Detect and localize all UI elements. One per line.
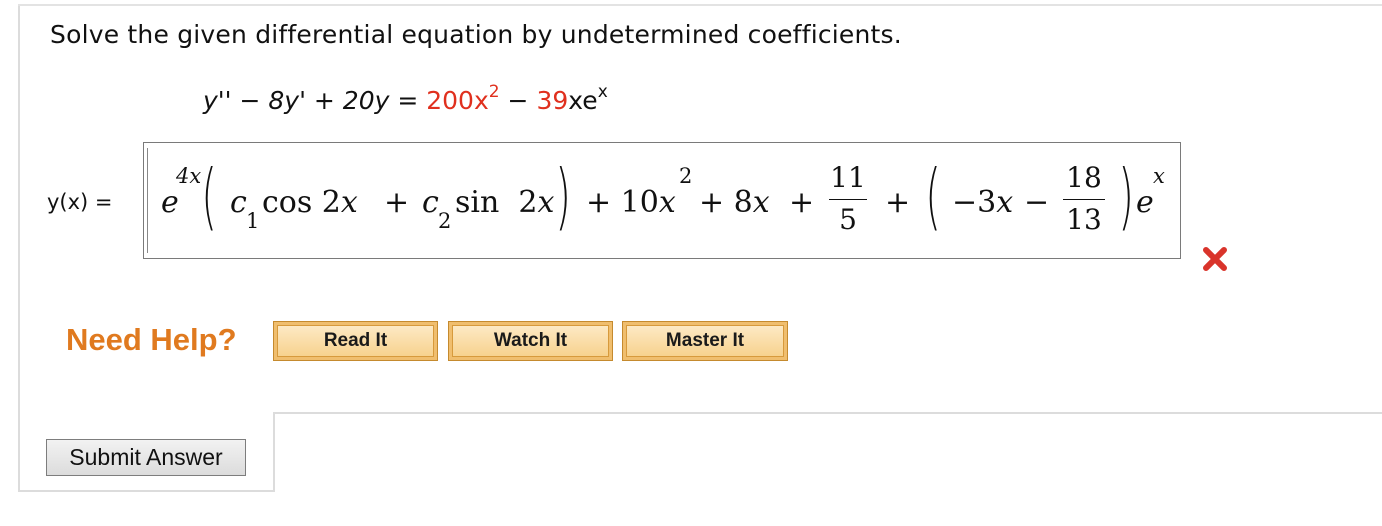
given-equation: y'' − 8y' + 20y = 200x2 − 39xex (203, 82, 608, 115)
fraction-2-numerator: 18 (1066, 161, 1102, 194)
panel-top-border (18, 4, 1382, 6)
equation-rhs-coef-1: 200 (426, 86, 474, 115)
math-8x-var: x (752, 185, 770, 220)
equation-lhs: y'' − 8y' + 20y = (203, 86, 419, 115)
equation-rhs-minus: − (507, 86, 529, 115)
math-e: e (161, 185, 179, 220)
fraction-1-bar (829, 199, 867, 200)
master-it-button[interactable]: Master It (622, 321, 788, 361)
math-minus: − (1024, 185, 1050, 220)
right-paren: ) (555, 154, 571, 238)
panel-divider (273, 412, 1382, 414)
equation-rhs-coef-2: 39 (536, 86, 569, 115)
panel-left-border (18, 6, 20, 492)
equation-rhs-exp-1: 2 (488, 82, 500, 102)
cursor-bar (147, 148, 148, 253)
master-it-label: Master It (626, 325, 784, 357)
panel-bottom-border (18, 490, 274, 492)
math-8x: + 8 (699, 185, 753, 220)
answer-input[interactable]: e 4x ( c 1 cos 2x + c 2 sin 2x ) + 10x 2… (143, 142, 1181, 259)
math-cos-x: x (340, 185, 358, 220)
math-plus: + (384, 185, 410, 220)
math-sin: sin 2 (455, 185, 538, 220)
equation-rhs-exp-2: x (597, 82, 608, 102)
fraction-1-numerator: 11 (830, 161, 866, 194)
fraction-2-denominator: 13 (1066, 203, 1102, 236)
need-help-label: Need Help? (66, 322, 237, 357)
math-e-exponent: 4x (176, 164, 202, 188)
math-neg3x: −3 (952, 185, 997, 220)
math-c1-sub: 1 (246, 209, 260, 233)
math-plus: + (789, 185, 815, 220)
answer-label: y(x) = (47, 190, 113, 214)
equation-rhs-var-1: x (473, 86, 489, 115)
math-neg3x-var: x (996, 185, 1014, 220)
math-c2-sub: 2 (438, 209, 452, 233)
math-c2: c (422, 185, 439, 220)
math-c1: c (230, 185, 247, 220)
math-sin-x: x (537, 185, 555, 220)
right-paren: ) (1118, 154, 1134, 238)
left-paren: ( (925, 154, 941, 238)
math-e2-exponent: x (1153, 164, 1165, 188)
math-10x: + 10 (586, 185, 659, 220)
read-it-label: Read It (277, 325, 434, 357)
left-paren: ( (201, 154, 217, 238)
math-10x-var: x (658, 185, 676, 220)
watch-it-button[interactable]: Watch It (448, 321, 613, 361)
question-text: Solve the given differential equation by… (50, 20, 902, 49)
x-mark-icon (1203, 247, 1227, 271)
panel-divider (273, 413, 275, 492)
math-plus: + (885, 185, 911, 220)
fraction-1-denominator: 5 (839, 203, 857, 236)
equation-rhs-var-2: xe (568, 86, 598, 115)
math-cos: cos 2 (262, 185, 341, 220)
fraction-2-bar (1063, 199, 1105, 200)
math-10x-exp: 2 (679, 164, 693, 188)
submit-answer-button[interactable]: Submit Answer (46, 439, 246, 476)
math-e2: e (1136, 185, 1154, 220)
watch-it-label: Watch It (452, 325, 609, 357)
read-it-button[interactable]: Read It (273, 321, 438, 361)
